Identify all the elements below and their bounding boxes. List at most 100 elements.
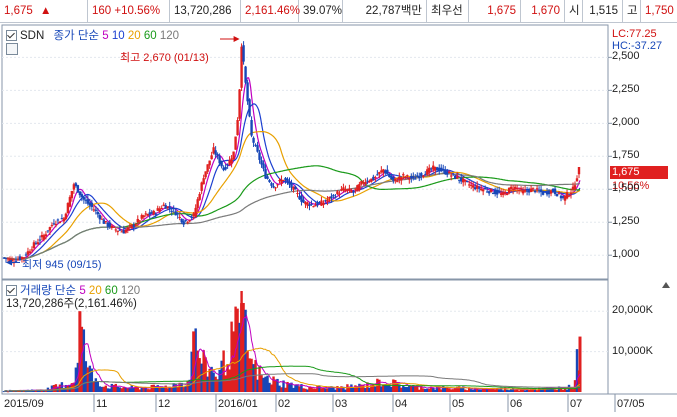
price-tick-label: 1,500 [612,182,640,195]
candle-body [14,260,18,262]
candle-body [573,185,577,190]
ticker-checkbox[interactable] [6,30,17,42]
open-cell: 1,515 [583,0,623,22]
candle-body [376,174,379,176]
candle-body [358,184,361,191]
candle-body [210,155,213,160]
candle-body [230,158,233,164]
candle-body [58,221,62,224]
candle-body [182,221,185,225]
lc-label: LC:77.25 [612,28,657,40]
change-cell: 160 +10.56% [88,0,170,22]
price-tick-label: 1,250 [612,215,640,228]
candle-body [38,239,42,241]
candle-body [553,188,557,195]
x-tick-label: 07/05 [617,398,645,410]
candle-body [256,145,259,152]
price-tick-label: 1,750 [612,149,640,162]
candle-body [422,175,425,177]
candle-body [216,154,219,156]
candle-body [535,188,539,190]
candle-body [244,66,247,83]
candle-body [567,195,571,197]
x-tick-label: 07 [570,398,583,410]
x-tick-label: 04 [395,398,408,410]
candle-body [48,227,52,231]
candle-body [414,178,417,180]
candle-body [250,120,253,136]
x-tick-label: 2016/01 [218,398,258,410]
candle-body [54,223,58,225]
candle-body [94,209,98,211]
candle-body [408,178,411,180]
open-label: 시 [565,0,583,22]
candle-body [497,191,501,193]
candle-body [224,166,227,170]
x-tick-label: 03 [335,398,348,410]
collapse-arrow-icon[interactable] [662,282,670,288]
candle-body [174,211,177,216]
volume-tick-label: 20,000K [612,304,653,317]
price-tick-label: 2,000 [612,116,640,129]
volume-tick-label: 10,000K [612,344,653,357]
candle-body [310,203,313,205]
candle-body [517,189,521,191]
candle-body [172,207,175,209]
candle-body [332,194,335,196]
candle-body [374,177,377,179]
high-cell: 1,750 [645,5,674,17]
candle-body [206,164,209,172]
candle-body [322,202,325,206]
candle-body [452,173,455,175]
candle-body [114,229,118,231]
candle-body [196,199,199,209]
volume-cell: 13,720,286 [170,0,241,22]
candle-body [503,191,507,194]
grid-toggle-icon[interactable] [6,43,18,55]
candle-body [246,82,249,102]
volume-bar [232,331,236,392]
candle-body [198,193,201,200]
candle-body [557,192,561,194]
candle-body [30,249,34,251]
candle-body [418,176,421,179]
candle-body [489,188,493,192]
ticker-label: SDN [20,30,45,42]
candle-body [68,197,72,207]
max-annotation: 최고 2,670 (01/13) [120,52,209,64]
candle-body [232,151,235,160]
candle-body [98,215,102,220]
candle-body [352,191,355,193]
candle-body [326,199,329,202]
candle-body [378,172,381,175]
volume-ratio-cell: 2,161.46% [241,0,300,22]
candle-body [176,213,179,215]
x-tick-label: 11 [96,398,108,410]
ma-20-label: 20 [127,30,141,42]
min-annotation: 최저 945 (09/15) [22,259,102,271]
candle-body [505,193,509,196]
price-tick-label: 2,500 [612,50,640,63]
candle-body [96,211,100,215]
candle-body [348,188,351,191]
chart-area[interactable]: SDN 종가 단순 5 10 20 60 120 LC:77.25 HC:-37… [0,23,677,417]
candle-body [202,178,205,185]
chart-svg[interactable] [0,23,677,417]
candle-body [220,160,223,167]
candle-body [204,171,207,178]
candle-body [406,175,409,177]
candle-body [286,178,289,182]
candle-body [577,167,581,175]
candle-body [50,225,54,227]
ma-120-label: 120 [159,30,179,42]
candle-body [296,193,299,195]
candle-body [282,180,285,182]
candle-body [184,219,187,221]
candle-body [56,219,60,221]
candle-body [116,230,120,232]
candle-body [252,137,255,143]
candle-body [112,226,116,228]
candle-body [258,152,261,160]
ma-5-label: 5 [102,30,109,42]
candle-body [450,175,453,177]
